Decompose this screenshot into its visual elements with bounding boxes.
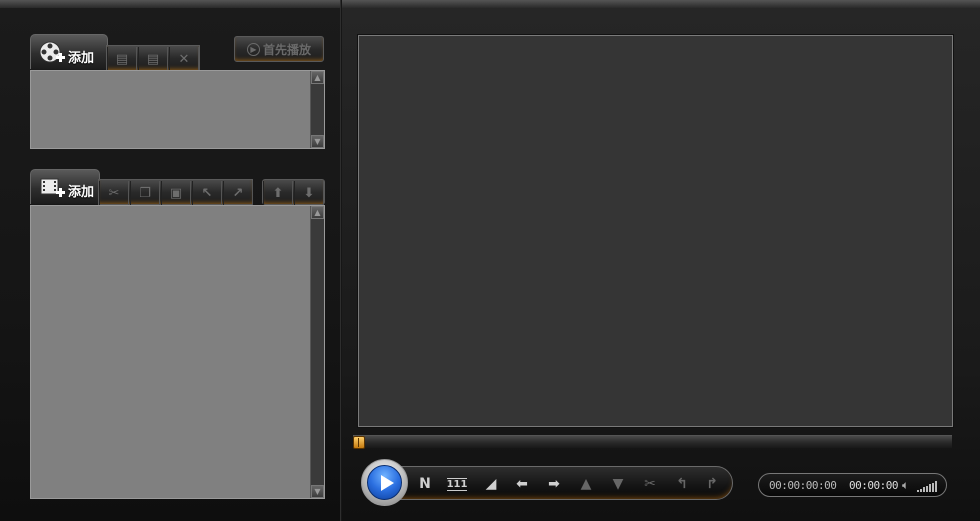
player-undo-button[interactable]: ↰ [671, 475, 693, 493]
move-down-icon: ⬇ [303, 185, 315, 201]
film-add-icon [40, 178, 65, 197]
mark-in-icon: ◢ [485, 476, 497, 492]
volume-bar [929, 484, 931, 492]
top-bar [0, 0, 980, 8]
step-back-button[interactable]: ⬅ [511, 475, 533, 493]
step-forward-button[interactable]: ➡ [543, 475, 565, 493]
copy-button[interactable]: ❐ [130, 181, 160, 205]
edit-list[interactable]: ▲ ▼ [30, 205, 325, 499]
clip-toolbar: ▤ ▤ ✕ [106, 45, 200, 71]
move-down-button[interactable]: ⬇ [294, 181, 324, 205]
volume-bar [935, 481, 937, 492]
seek-bar[interactable] [353, 435, 952, 449]
play-icon [367, 465, 402, 500]
scroll-down-button[interactable]: ▼ [311, 135, 324, 148]
edit-toolbar: ✂ ❐ ▣ ↖ ↗ [98, 179, 253, 205]
first-play-label: 首先播放 [262, 42, 311, 57]
scroll-up-button[interactable]: ▲ [311, 206, 324, 219]
triangle-up-icon: ▲ [580, 476, 592, 492]
delete-button[interactable]: ✕ [169, 47, 199, 71]
redo-arrow-icon: ↱ [706, 476, 718, 492]
up-button[interactable]: ▲ [575, 475, 597, 493]
film-reel-add-icon [39, 41, 65, 63]
volume-bar [920, 488, 922, 492]
clip-list-scrollbar[interactable]: ▲ ▼ [310, 71, 324, 148]
edit-list-scrollbar[interactable]: ▲ ▼ [310, 206, 324, 498]
scroll-down-button[interactable]: ▼ [311, 485, 324, 498]
cut-icon: ✂ [108, 185, 120, 201]
arrow-right-icon: ➡ [548, 476, 560, 492]
undo-icon: ↖ [201, 185, 213, 201]
seek-thumb[interactable] [353, 436, 365, 449]
volume-slider[interactable] [917, 480, 939, 492]
undo-arrow-icon: ↰ [676, 476, 688, 492]
add-video-label: 添加 [68, 185, 95, 200]
first-play-button[interactable]: ▶ 首先播放 [234, 36, 324, 62]
mark-in-button[interactable]: ◢ [480, 475, 502, 493]
down-button[interactable]: ▼ [607, 475, 629, 493]
arrow-left-icon: ⬅ [516, 476, 528, 492]
redo-button[interactable]: ↗ [223, 181, 253, 205]
save-as-icon: ▤ [146, 51, 160, 67]
play-button[interactable] [361, 459, 408, 506]
clip-list[interactable]: ▲ ▼ [30, 70, 325, 149]
save-icon: ▤ [115, 51, 129, 67]
current-time: 00:00:00:00 [769, 479, 837, 492]
paste-button[interactable]: ▣ [161, 181, 191, 205]
time-display: 00:00:00:00 00:00:00 🔈︎ [758, 473, 947, 497]
scroll-up-button[interactable]: ▲ [311, 71, 324, 84]
add-clip-button[interactable]: 添加 [38, 38, 94, 66]
next-frame-button[interactable]: N [414, 475, 436, 493]
total-time: 00:00:00 [849, 479, 898, 492]
player-redo-button[interactable]: ↱ [701, 475, 723, 493]
move-up-icon: ⬆ [272, 185, 284, 201]
add-video-button[interactable]: 添加 [40, 174, 94, 200]
paste-icon: ▣ [169, 185, 183, 201]
save-button[interactable]: ▤ [107, 47, 137, 71]
frame-counter-button[interactable]: 111 [446, 475, 468, 493]
undo-button[interactable]: ↖ [192, 181, 222, 205]
cut-clip-button[interactable]: ✂ [639, 475, 661, 493]
frame-counter-icon: 111 [446, 477, 468, 491]
volume-bar [923, 487, 925, 492]
cut-button[interactable]: ✂ [99, 181, 129, 205]
volume-bar [926, 485, 928, 492]
speaker-icon[interactable]: 🔈︎ [902, 478, 909, 493]
triangle-down-icon: ▼ [612, 476, 624, 492]
video-preview[interactable] [358, 35, 953, 427]
add-clip-label: 添加 [68, 51, 95, 66]
delete-icon: ✕ [178, 51, 190, 67]
volume-bar [917, 490, 919, 492]
redo-icon: ↗ [232, 185, 244, 201]
n-icon: N [419, 476, 431, 492]
order-toolbar: ⬆ ⬇ [262, 179, 325, 205]
save-as-button[interactable]: ▤ [138, 47, 168, 71]
volume-bar [932, 482, 934, 492]
copy-icon: ❐ [139, 185, 151, 201]
move-up-button[interactable]: ⬆ [263, 181, 293, 205]
scissors-icon: ✂ [644, 476, 656, 492]
play-circle-icon: ▶ [246, 42, 260, 56]
